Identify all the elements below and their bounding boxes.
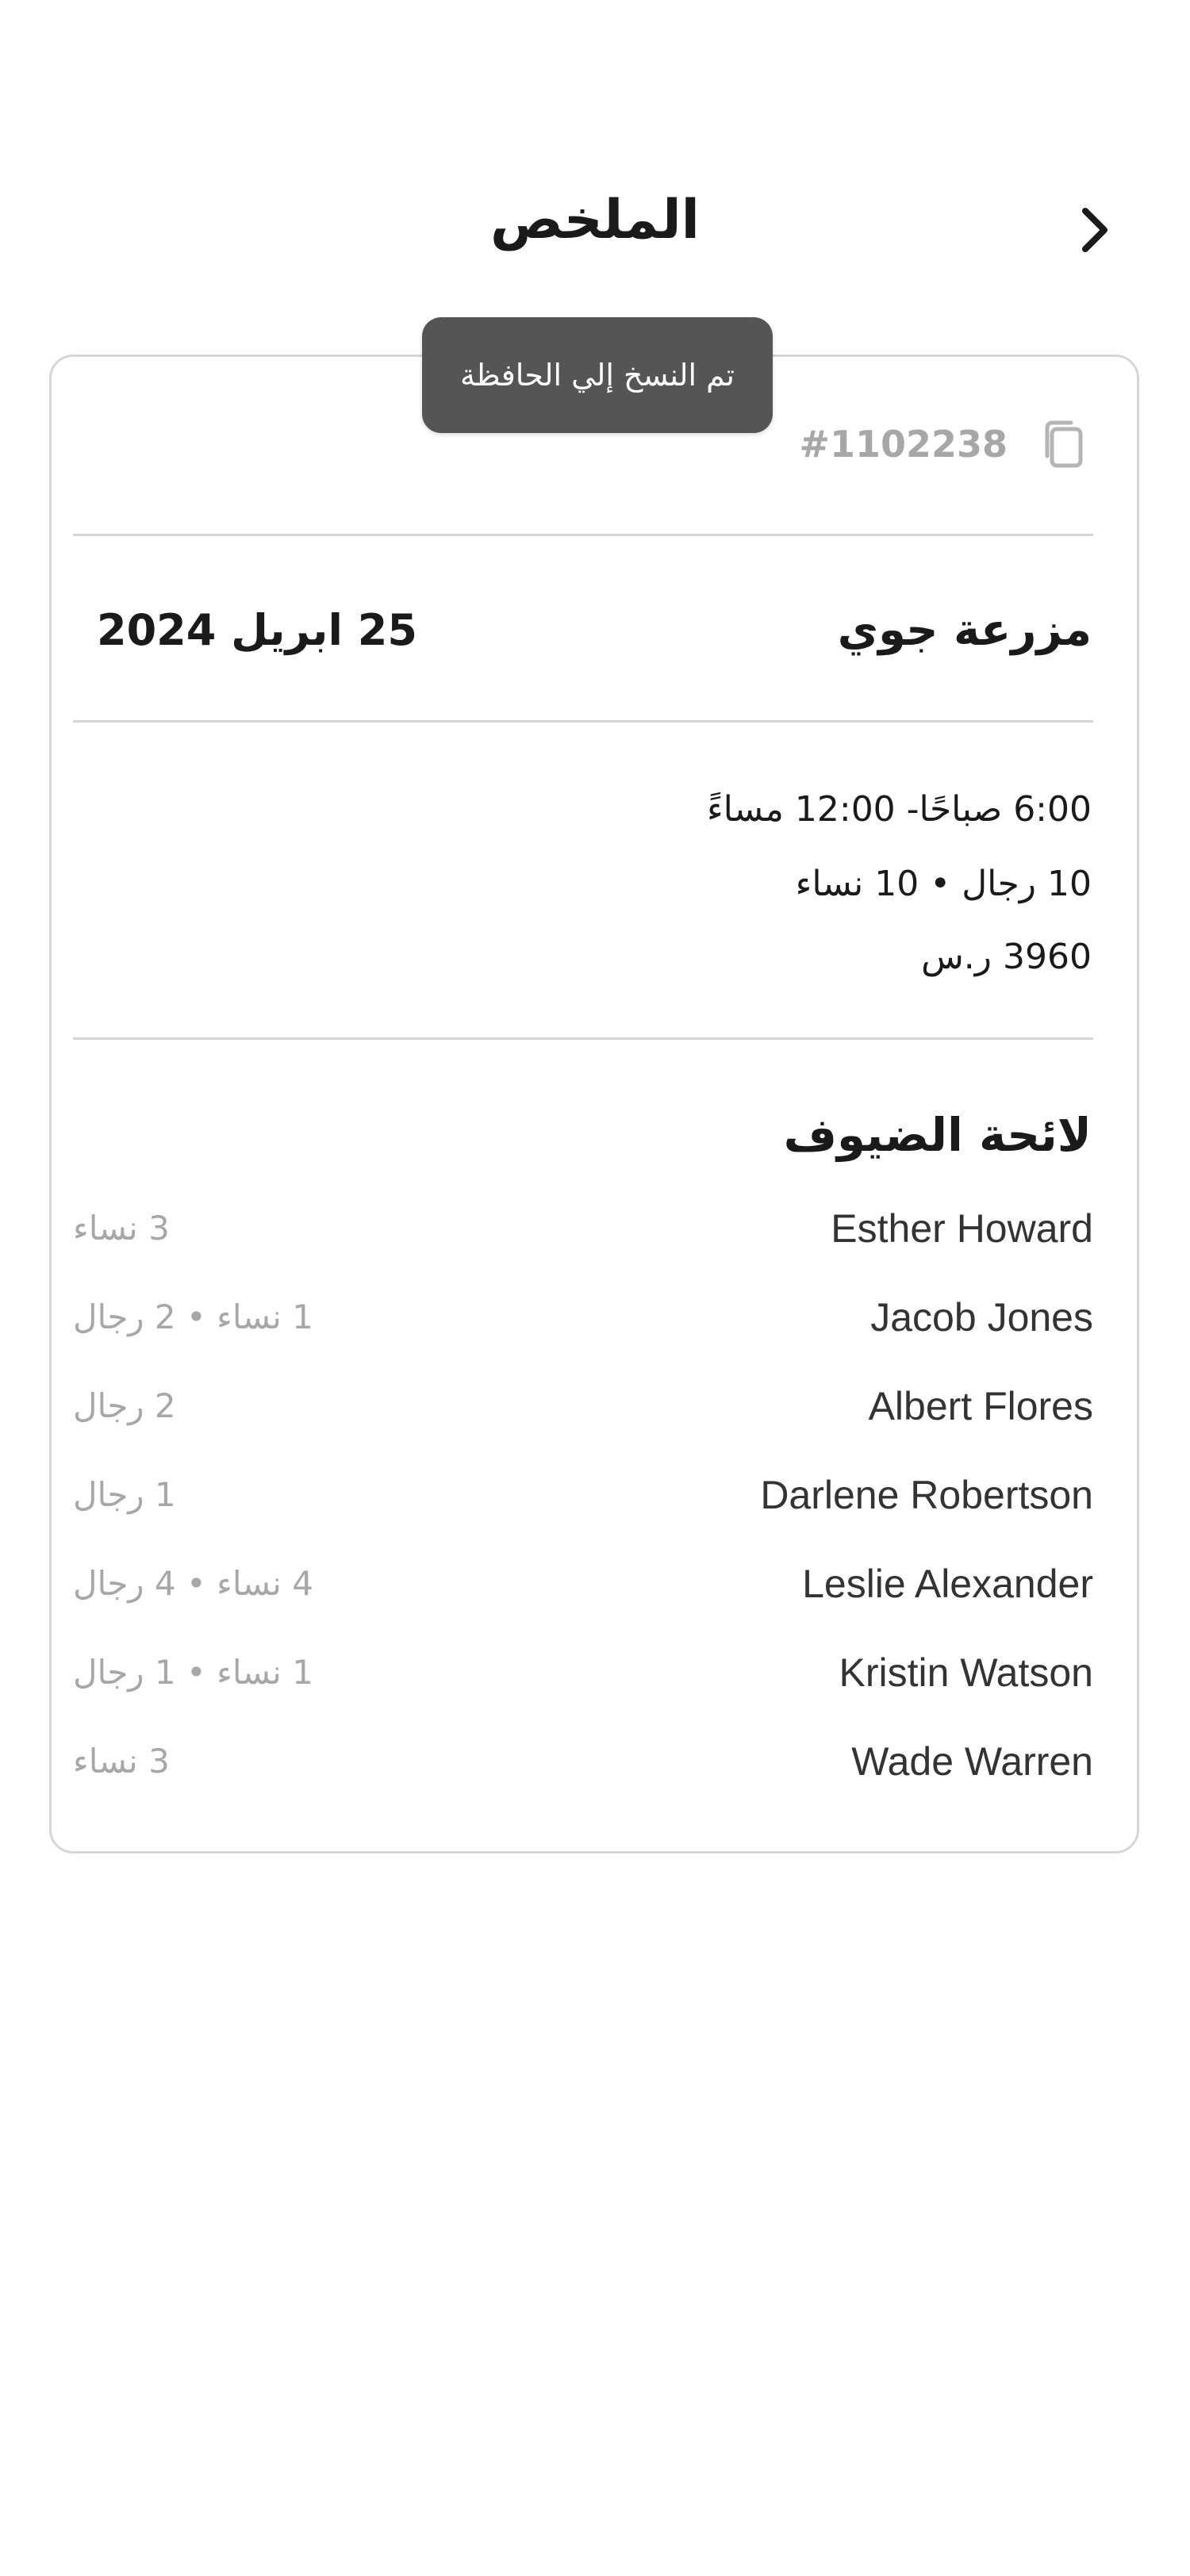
guest-count: 2 رجال (73, 1386, 176, 1425)
list-item: Wade Warren 3 نساء (73, 1730, 1093, 1793)
attendee-summary: 10 رجال • 10 نساء (795, 864, 1092, 904)
guest-count: 3 نساء (73, 1742, 170, 1781)
list-item: Jacob Jones 1 نساء • 2 رجال (73, 1286, 1093, 1349)
divider (73, 534, 1093, 536)
guest-name: Leslie Alexander (802, 1562, 1093, 1606)
guest-count: 1 نساء • 2 رجال (73, 1298, 313, 1336)
booking-id: #1102238 (799, 423, 1008, 466)
total-price: 3960 ر.س (921, 937, 1092, 977)
event-time: 6:00 صباحًا- 12:00 مساءً (706, 789, 1092, 830)
guest-name: Darlene Robertson (760, 1473, 1093, 1517)
divider (73, 1037, 1093, 1040)
guest-name: Wade Warren (851, 1739, 1093, 1784)
chevron-right-icon (1082, 208, 1107, 252)
copy-button[interactable] (1031, 412, 1095, 476)
copied-toast: تم النسخ إلي الحافظة (422, 317, 773, 433)
list-item: Leslie Alexander 4 نساء • 4 رجال (73, 1552, 1093, 1616)
list-item: Darlene Robertson 1 رجال (73, 1463, 1093, 1527)
back-button[interactable] (1063, 198, 1127, 262)
top-bar: الملخص (0, 0, 1190, 286)
guest-count: 1 رجال (73, 1475, 176, 1514)
guest-count: 3 نساء (73, 1209, 170, 1248)
venue-name: مزرعة جوي (837, 604, 1092, 656)
guest-name: Esther Howard (831, 1206, 1093, 1251)
guest-count: 4 نساء • 4 رجال (73, 1564, 313, 1603)
guest-name: Kristin Watson (839, 1650, 1093, 1695)
page-title: الملخص (490, 189, 700, 251)
divider (73, 720, 1093, 723)
copy-icon (1045, 420, 1083, 468)
guest-list-heading: لائحة الضيوف (783, 1108, 1092, 1162)
guest-name: Jacob Jones (870, 1295, 1093, 1340)
list-item: Kristin Watson 1 نساء • 1 رجال (73, 1641, 1093, 1704)
event-date: 25 ابريل 2024 (97, 605, 417, 655)
list-item: Esther Howard 3 نساء (73, 1197, 1093, 1260)
list-item: Albert Flores 2 رجال (73, 1374, 1093, 1438)
guest-name: Albert Flores (868, 1384, 1093, 1428)
guest-count: 1 نساء • 1 رجال (73, 1653, 313, 1692)
